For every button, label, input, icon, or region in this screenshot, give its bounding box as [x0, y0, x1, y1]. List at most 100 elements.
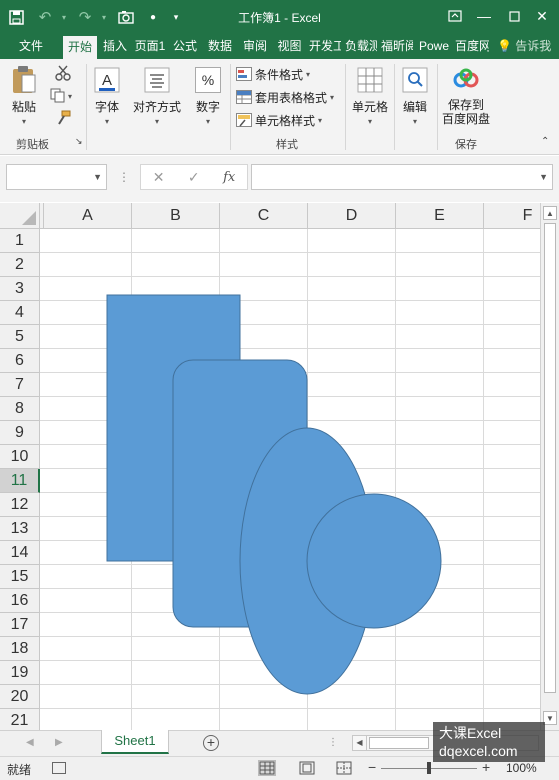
- alignment-button[interactable]: 对齐方式 ▾: [133, 65, 181, 126]
- tab-view[interactable]: 视图: [274, 34, 305, 59]
- conditional-formatting-icon: [236, 67, 252, 81]
- clipboard-group-label: 剪贴板: [16, 139, 49, 151]
- redo-icon[interactable]: ↷: [75, 7, 95, 27]
- vertical-scroll-thumb[interactable]: [544, 223, 556, 693]
- cell-styles-button[interactable]: 单元格样式 ▾: [236, 110, 322, 130]
- tab-foxit[interactable]: 福昕阅: [381, 34, 413, 59]
- enter-icon[interactable]: ✓: [188, 169, 200, 186]
- tab-review[interactable]: 审阅: [240, 34, 270, 59]
- baidu-cloud-icon: [451, 65, 481, 95]
- chevron-down-icon: ▾: [318, 115, 323, 125]
- copy-button[interactable]: ▾: [48, 86, 72, 104]
- zoom-out-icon[interactable]: −: [368, 759, 376, 775]
- page-layout-view-icon[interactable]: [298, 760, 316, 776]
- zoom-level[interactable]: 100%: [506, 761, 537, 775]
- sheet-next-icon[interactable]: ▶: [55, 737, 63, 748]
- tab-insert[interactable]: 插入: [100, 34, 130, 59]
- scroll-down-icon[interactable]: ▼: [543, 711, 557, 725]
- magnifier-icon: [400, 65, 430, 95]
- camera-icon[interactable]: [116, 7, 136, 27]
- clipboard-icon: [9, 65, 39, 95]
- ribbon-home: 粘贴 ▾ ▾ 剪贴板 ↘ A 字体 ▾ 对齐方式 ▾ % 数字 ▾ 条件格式 ▾…: [0, 59, 559, 155]
- format-painter-button[interactable]: [48, 109, 78, 127]
- expand-formula-bar-icon[interactable]: ▼: [539, 172, 548, 182]
- font-button[interactable]: A 字体 ▾: [92, 65, 122, 126]
- maximize-icon[interactable]: [502, 5, 526, 27]
- font-label: 字体: [94, 100, 119, 114]
- lightbulb-icon: 💡: [497, 39, 512, 53]
- normal-view-icon[interactable]: [258, 760, 276, 776]
- ribbon-display-options-icon[interactable]: [443, 5, 467, 27]
- tab-split-grip-icon[interactable]: ⋮: [328, 737, 338, 748]
- save-to-baidu-button[interactable]: 保存到 百度网盘: [442, 65, 490, 126]
- tab-home[interactable]: 开始: [63, 36, 97, 59]
- copy-icon: [48, 86, 66, 104]
- tell-me-search[interactable]: 💡 告诉我: [497, 34, 551, 59]
- tab-power[interactable]: Powe: [417, 34, 451, 59]
- name-box[interactable]: ▼: [6, 164, 107, 190]
- number-dropdown-icon: ▾: [205, 117, 210, 126]
- alignment-label: 对齐方式: [133, 100, 182, 114]
- separator: [230, 64, 231, 150]
- svg-text:A: A: [102, 72, 112, 89]
- tab-formulas[interactable]: 公式: [170, 34, 200, 59]
- conditional-formatting-button[interactable]: 条件格式 ▾: [236, 64, 310, 84]
- worksheet-grid[interactable]: ABCDEF 1 2 3 4 5 6 7 8 9 10 11 12 13 14 15 16 17 18 19 20 21: [0, 203, 540, 730]
- tab-baidu[interactable]: 百度网: [455, 34, 489, 59]
- zoom-slider-thumb[interactable]: [427, 762, 431, 774]
- tab-developer[interactable]: 开发工: [309, 34, 341, 59]
- page-break-view-icon[interactable]: [335, 760, 353, 776]
- separator: [437, 64, 438, 150]
- scroll-up-icon[interactable]: ▲: [543, 206, 557, 220]
- format-as-table-label: 套用表格格式: [255, 90, 328, 105]
- separator: [394, 64, 395, 150]
- save-to-label: 保存到: [448, 98, 485, 112]
- undo-dropdown-icon[interactable]: ▾: [54, 7, 74, 27]
- number-button[interactable]: % 数字 ▾: [193, 65, 223, 126]
- macro-record-icon[interactable]: [52, 762, 66, 774]
- editing-button[interactable]: 编辑 ▾: [400, 65, 430, 126]
- styles-group-label: 样式: [276, 139, 298, 151]
- circle-shape[interactable]: [306, 493, 442, 629]
- copy-dropdown-icon[interactable]: ▾: [68, 92, 72, 101]
- sheet-prev-icon[interactable]: ◀: [26, 737, 34, 748]
- horizontal-scroll-thumb[interactable]: [369, 737, 429, 749]
- redo-dropdown-icon[interactable]: ▾: [94, 7, 114, 27]
- clipboard-launcher-icon[interactable]: ↘: [75, 136, 83, 147]
- cancel-icon[interactable]: ✕: [153, 169, 165, 186]
- cells-button[interactable]: 单元格 ▾: [352, 65, 388, 126]
- align-icon: [142, 65, 172, 95]
- paste-button[interactable]: 粘贴 ▾: [9, 65, 39, 126]
- conditional-formatting-label: 条件格式: [255, 67, 304, 82]
- formula-bar-grip-icon[interactable]: ⋮: [118, 170, 130, 184]
- minimize-icon[interactable]: —: [472, 5, 496, 27]
- formula-input[interactable]: ▼: [251, 164, 553, 190]
- collapse-ribbon-icon[interactable]: ⌃: [541, 136, 549, 147]
- vertical-scrollbar[interactable]: ▲ ▼: [540, 203, 559, 730]
- save-icon[interactable]: [6, 7, 26, 27]
- add-sheet-icon[interactable]: +: [203, 735, 219, 751]
- name-box-dropdown-icon[interactable]: ▼: [93, 172, 102, 182]
- bullet-icon[interactable]: ●: [143, 7, 163, 27]
- undo-icon[interactable]: ↶: [35, 7, 55, 27]
- customize-toolbar-icon[interactable]: ▾: [166, 7, 186, 27]
- chevron-down-icon: ▾: [330, 92, 335, 102]
- format-as-table-button[interactable]: 套用表格格式 ▾: [236, 87, 334, 107]
- tab-load-test[interactable]: 负载测: [345, 34, 377, 59]
- tab-data[interactable]: 数据: [204, 34, 236, 59]
- sheet-tab-sheet1[interactable]: Sheet1: [101, 730, 169, 754]
- shapes-layer: [106, 294, 442, 695]
- tell-me-label: 告诉我: [515, 39, 552, 53]
- paste-dropdown-icon[interactable]: ▾: [22, 117, 26, 126]
- table-icon: [236, 90, 252, 104]
- tab-file[interactable]: 文件: [10, 34, 52, 59]
- insert-function-icon[interactable]: fx: [223, 170, 235, 185]
- scroll-left-icon[interactable]: ◀: [353, 736, 367, 750]
- alignment-dropdown-icon: ▾: [155, 117, 160, 126]
- percent-icon: %: [193, 65, 223, 95]
- format-painter-icon: [48, 109, 78, 127]
- cut-button[interactable]: [48, 63, 78, 83]
- close-icon[interactable]: ✕: [530, 5, 554, 27]
- tab-page-layout[interactable]: 页面1: [134, 34, 166, 59]
- cells-icon: [355, 65, 385, 95]
